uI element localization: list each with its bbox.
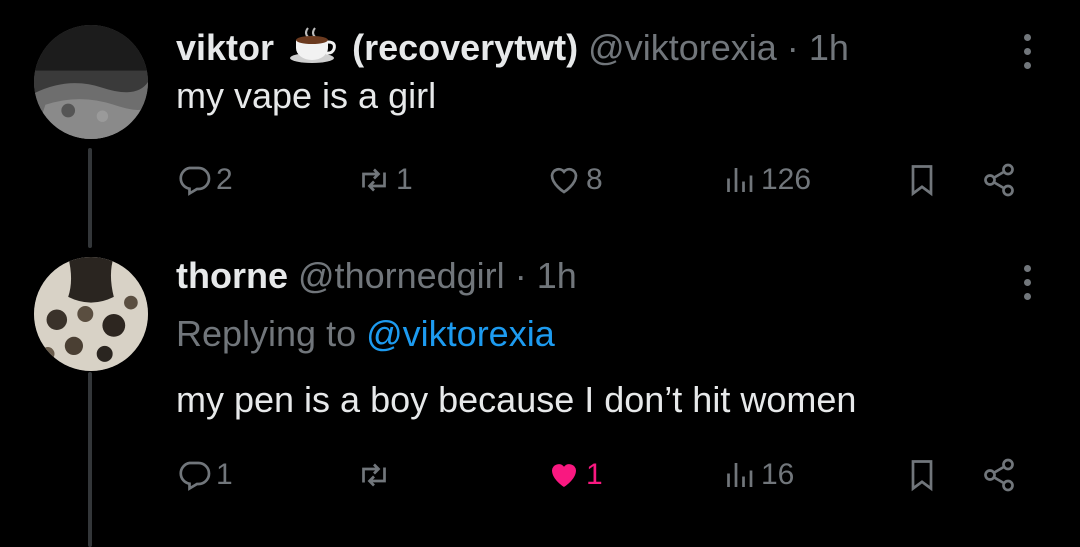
reply-count: 2	[216, 163, 233, 196]
retweet-button[interactable]	[356, 450, 396, 500]
tweet-header: viktor (recoverytwt) @viktorexia · 1h	[176, 26, 1080, 70]
timestamp[interactable]: 1h	[537, 255, 577, 296]
avatar-image	[34, 25, 148, 139]
share-icon	[984, 163, 1014, 197]
retweet-button[interactable]: 1	[356, 155, 413, 205]
replying-to-handle[interactable]: @viktorexia	[366, 313, 555, 354]
handle[interactable]: @viktorexia	[588, 27, 777, 68]
bookmark-button[interactable]	[904, 155, 940, 205]
more-options-icon[interactable]	[1022, 265, 1032, 300]
replying-to: Replying to @viktorexia	[176, 312, 1080, 356]
display-name-suffix[interactable]: (recoverytwt)	[352, 27, 578, 68]
more-options-icon[interactable]	[1022, 34, 1032, 69]
views-button[interactable]: 16	[721, 450, 794, 500]
tweet-actions: 2 1 8 126	[176, 155, 1036, 205]
display-name[interactable]: viktor	[176, 27, 274, 68]
avatar[interactable]	[34, 25, 148, 139]
retweet-count: 1	[396, 163, 413, 196]
avatar[interactable]	[34, 257, 148, 371]
separator-dot: ·	[786, 27, 799, 68]
view-count: 16	[761, 458, 795, 491]
like-count: 8	[586, 163, 603, 196]
thread-line	[88, 372, 92, 547]
tweet-text: my vape is a girl	[176, 75, 437, 116]
share-icon	[984, 458, 1014, 492]
views-icon	[727, 168, 753, 192]
heart-icon	[550, 167, 578, 194]
reply-button[interactable]: 1	[176, 450, 233, 500]
retweet-icon	[362, 168, 386, 192]
thread-line	[88, 148, 92, 248]
like-button[interactable]: 1	[546, 450, 603, 500]
like-button[interactable]: 8	[546, 155, 603, 205]
reply-icon	[179, 166, 211, 196]
bookmark-button[interactable]	[904, 450, 940, 500]
reply-count: 1	[216, 458, 233, 491]
tweet-text: my pen is a boy because I don’t hit wome…	[176, 379, 857, 420]
share-button[interactable]	[981, 450, 1017, 500]
reply-icon	[179, 461, 211, 491]
tweet-actions: 1 1 16	[176, 450, 1036, 500]
tweet[interactable]: thorne @thornedgirl · 1h Replying to @vi…	[176, 254, 1080, 422]
bookmark-icon	[911, 165, 933, 197]
replying-to-label: Replying to	[176, 313, 357, 354]
tweet-header: thorne @thornedgirl · 1h	[176, 254, 1080, 298]
bookmark-icon	[911, 460, 933, 492]
hot-beverage-emoji-icon	[290, 27, 336, 63]
reply-button[interactable]: 2	[176, 155, 233, 205]
like-count: 1	[586, 458, 603, 491]
handle[interactable]: @thornedgirl	[298, 255, 505, 296]
heart-filled-icon	[552, 464, 576, 487]
separator-dot: ·	[514, 255, 527, 296]
views-button[interactable]: 126	[721, 155, 811, 205]
retweet-icon	[362, 463, 386, 487]
tweet[interactable]: viktor (recoverytwt) @viktorexia · 1h my…	[176, 26, 1080, 118]
avatar-image	[34, 257, 148, 371]
views-icon	[727, 463, 753, 487]
share-button[interactable]	[981, 155, 1017, 205]
display-name[interactable]: thorne	[176, 255, 288, 296]
timestamp[interactable]: 1h	[809, 27, 849, 68]
view-count: 126	[761, 163, 812, 196]
